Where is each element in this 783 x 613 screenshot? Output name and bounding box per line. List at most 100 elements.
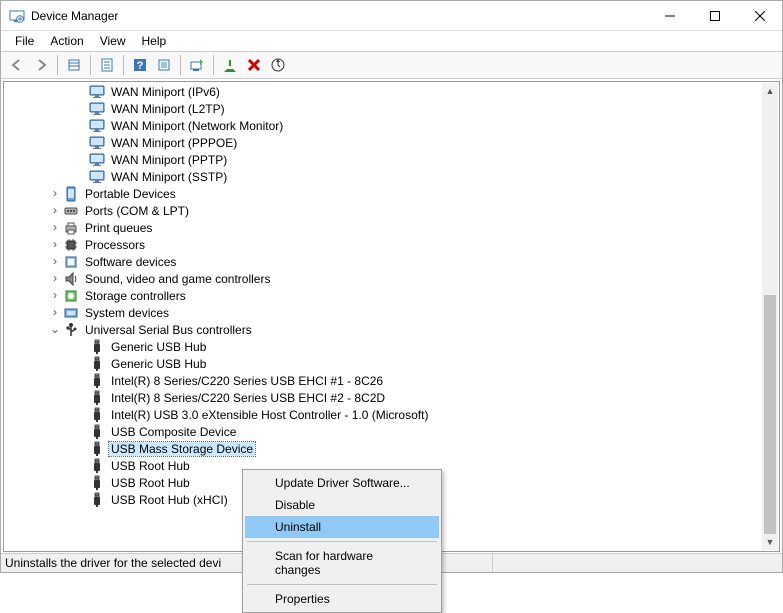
device-item[interactable]: WAN Miniport (SSTP): [5, 168, 762, 185]
tree-label: Universal Serial Bus controllers: [83, 323, 254, 337]
toolbar-separator: [123, 55, 124, 75]
tree-toggle[interactable]: ⌄: [47, 322, 63, 337]
properties-button[interactable]: [95, 53, 119, 77]
menu-action[interactable]: Action: [42, 32, 91, 50]
tree-label: USB Composite Device: [109, 425, 238, 439]
scroll-up-button[interactable]: ▲: [762, 83, 778, 99]
vertical-scrollbar[interactable]: ▲ ▼: [762, 83, 778, 550]
category-item[interactable]: › Portable Devices: [5, 185, 762, 202]
tree-toggle[interactable]: ›: [47, 204, 63, 218]
nav-back-button[interactable]: [5, 53, 29, 77]
tree-toggle[interactable]: ›: [47, 238, 63, 252]
category-item[interactable]: › Processors: [5, 236, 762, 253]
device-item[interactable]: USB Composite Device: [5, 423, 762, 440]
scroll-track[interactable]: [762, 99, 778, 534]
toolbar-separator: [213, 55, 214, 75]
tree-icon: [63, 288, 79, 304]
enable-button[interactable]: [218, 53, 242, 77]
category-item[interactable]: › Sound, video and game controllers: [5, 270, 762, 287]
category-item[interactable]: › Software devices: [5, 253, 762, 270]
scan-hardware-button[interactable]: [266, 53, 290, 77]
tree-toggle[interactable]: ›: [47, 221, 63, 235]
device-item[interactable]: WAN Miniport (L2TP): [5, 100, 762, 117]
ctx-update-driver[interactable]: Update Driver Software...: [245, 472, 439, 494]
tree-label: USB Root Hub: [109, 476, 192, 490]
ctx-disable[interactable]: Disable: [245, 494, 439, 516]
tree-icon: [89, 492, 105, 508]
tree-label: WAN Miniport (Network Monitor): [109, 119, 285, 133]
device-item[interactable]: Intel(R) 8 Series/C220 Series USB EHCI #…: [5, 372, 762, 389]
maximize-button[interactable]: [692, 1, 737, 31]
menu-view[interactable]: View: [92, 32, 134, 50]
tree-label: System devices: [83, 306, 171, 320]
app-icon: [9, 8, 25, 24]
update-driver-button[interactable]: [185, 53, 209, 77]
tree-label: Portable Devices: [83, 187, 178, 201]
tree-label: Processors: [83, 238, 147, 252]
menu-file[interactable]: File: [7, 32, 42, 50]
tree-icon: [63, 305, 79, 321]
tree-label: Software devices: [83, 255, 178, 269]
ctx-properties[interactable]: Properties: [245, 588, 439, 610]
category-item[interactable]: ›Ports (COM & LPT): [5, 202, 762, 219]
tree-label: USB Root Hub (xHCI): [109, 493, 230, 507]
close-button[interactable]: [737, 1, 782, 31]
device-item[interactable]: WAN Miniport (PPTP): [5, 151, 762, 168]
tree-toggle[interactable]: ›: [47, 306, 63, 320]
category-item[interactable]: ⌄ Universal Serial Bus controllers: [5, 321, 762, 338]
minimize-button[interactable]: [647, 1, 692, 31]
tree-label: WAN Miniport (PPTP): [109, 153, 229, 167]
tree-toggle[interactable]: ›: [47, 255, 63, 269]
toolbar-separator: [90, 55, 91, 75]
tree-icon: [63, 237, 79, 253]
tree-icon: [89, 135, 105, 151]
tree-icon: [89, 169, 105, 185]
window-title: Device Manager: [31, 9, 647, 23]
toolbar-separator: [180, 55, 181, 75]
tree-label: USB Mass Storage Device: [109, 442, 255, 456]
tree-label: Intel(R) 8 Series/C220 Series USB EHCI #…: [109, 374, 385, 388]
tree-label: Print queues: [83, 221, 154, 235]
tree-toggle[interactable]: ›: [47, 187, 63, 201]
tree-icon: [89, 475, 105, 491]
titlebar: Device Manager: [1, 1, 782, 31]
tree-label: WAN Miniport (PPPOE): [109, 136, 239, 150]
toolbar-separator: [57, 55, 58, 75]
tree-icon: [63, 271, 79, 287]
category-item[interactable]: ›Storage controllers: [5, 287, 762, 304]
help-button[interactable]: ?: [128, 53, 152, 77]
nav-forward-button[interactable]: [29, 53, 53, 77]
device-item[interactable]: Intel(R) USB 3.0 eXtensible Host Control…: [5, 406, 762, 423]
tree-icon: [63, 186, 79, 202]
category-item[interactable]: › System devices: [5, 304, 762, 321]
tree-toggle[interactable]: ›: [47, 272, 63, 286]
scroll-thumb[interactable]: [764, 295, 776, 534]
device-item[interactable]: Intel(R) 8 Series/C220 Series USB EHCI #…: [5, 389, 762, 406]
category-item[interactable]: › Print queues: [5, 219, 762, 236]
refresh-button[interactable]: [152, 53, 176, 77]
context-menu-separator: [247, 584, 437, 585]
device-item[interactable]: WAN Miniport (IPv6): [5, 83, 762, 100]
tree-label: Sound, video and game controllers: [83, 272, 272, 286]
tree-label: USB Root Hub: [109, 459, 192, 473]
tree-icon: [63, 254, 79, 270]
tree-icon: [89, 356, 105, 372]
ctx-uninstall[interactable]: Uninstall: [245, 516, 439, 538]
tree-icon: [89, 441, 105, 457]
tree-icon: [89, 101, 105, 117]
tree-toggle[interactable]: ›: [47, 289, 63, 303]
device-item[interactable]: WAN Miniport (Network Monitor): [5, 117, 762, 134]
show-hidden-button[interactable]: [62, 53, 86, 77]
statusbar-pane-2: [492, 554, 782, 572]
device-item[interactable]: Generic USB Hub: [5, 338, 762, 355]
tree-icon: [63, 322, 79, 338]
scroll-down-button[interactable]: ▼: [762, 534, 778, 550]
tree-icon: [89, 84, 105, 100]
ctx-scan-hardware[interactable]: Scan for hardware changes: [245, 545, 439, 581]
device-item[interactable]: USB Mass Storage Device: [5, 440, 762, 457]
device-item[interactable]: Generic USB Hub: [5, 355, 762, 372]
menu-help[interactable]: Help: [134, 32, 175, 50]
uninstall-button[interactable]: [242, 53, 266, 77]
tree-icon: [89, 373, 105, 389]
device-item[interactable]: WAN Miniport (PPPOE): [5, 134, 762, 151]
